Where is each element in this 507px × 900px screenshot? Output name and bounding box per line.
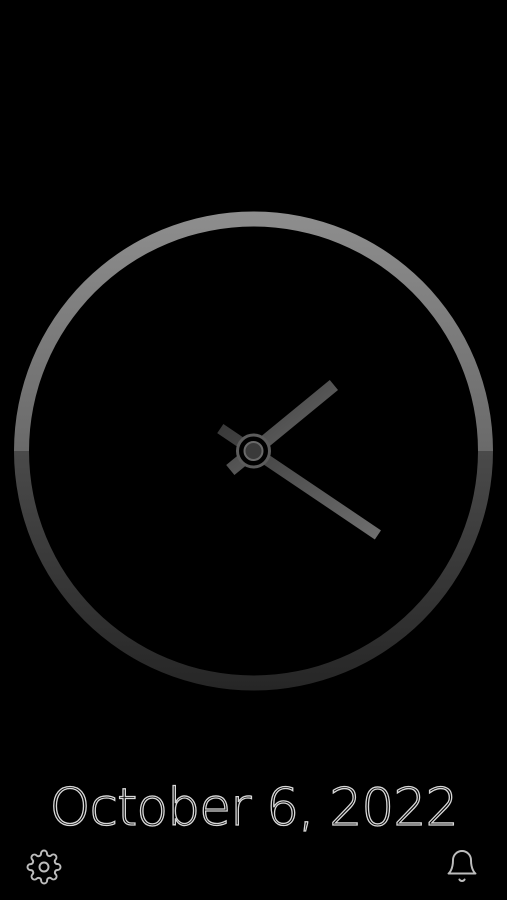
bell-icon	[447, 850, 477, 882]
analog-clock	[14, 211, 493, 691]
gear-icon	[26, 849, 62, 885]
alarm-button[interactable]	[442, 846, 482, 886]
clock-ring-top	[14, 211, 493, 451]
clock-hub	[236, 433, 271, 469]
settings-button[interactable]	[24, 847, 64, 887]
clock-ring-bottom	[14, 451, 493, 691]
date-label: October 6, 2022	[49, 777, 459, 838]
